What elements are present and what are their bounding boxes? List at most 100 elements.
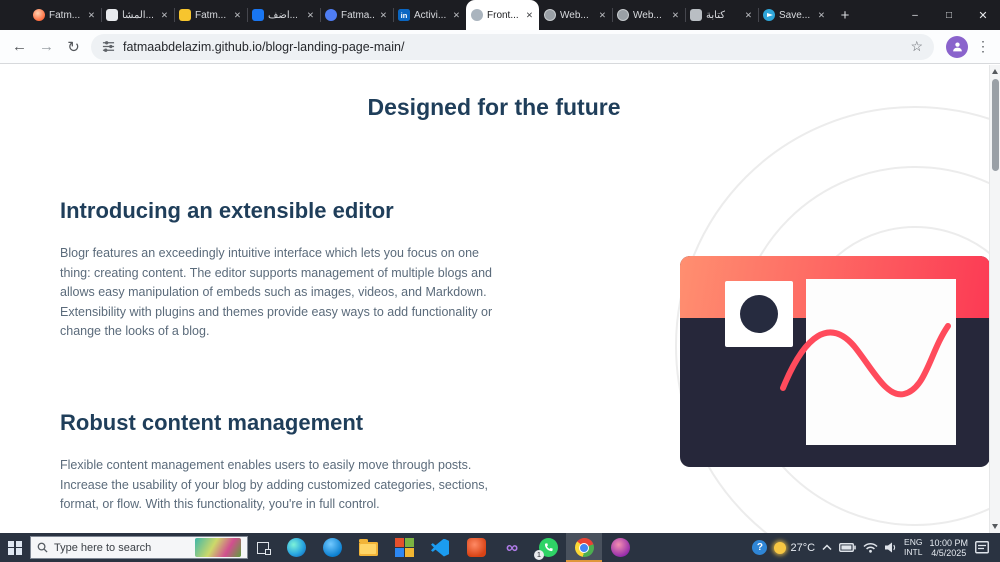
language-secondary: INTL xyxy=(904,546,923,557)
edge-app-button[interactable] xyxy=(278,533,314,562)
volume-icon[interactable] xyxy=(885,542,897,553)
hidden-icons-chevron-icon[interactable] xyxy=(822,544,832,551)
tab-close-icon[interactable]: ✕ xyxy=(379,9,388,22)
search-highlight-image[interactable] xyxy=(195,538,241,557)
tab-label: Web... xyxy=(633,9,662,21)
tab-label: Web... xyxy=(560,9,589,21)
section-body: Blogr features an exceedingly intuitive … xyxy=(60,246,493,338)
taskbar-clock[interactable]: 10:00 PM 4/5/2025 xyxy=(929,538,968,558)
tab-close-icon[interactable]: ✕ xyxy=(598,9,607,22)
tab-close-icon[interactable]: ✕ xyxy=(452,9,461,22)
bookmark-star-icon[interactable]: ☆ xyxy=(910,38,923,55)
clock-time: 10:00 PM xyxy=(929,537,968,548)
browser-tab[interactable]: المشا... ✕ xyxy=(101,0,174,30)
red-app-button[interactable] xyxy=(458,533,494,562)
globe-favicon xyxy=(544,9,556,21)
grid-app-button[interactable] xyxy=(386,533,422,562)
weather-widget[interactable]: 27°C xyxy=(774,541,815,554)
new-tab-button[interactable]: + xyxy=(831,0,859,30)
address-bar[interactable]: fatmaabdelazim.github.io/blogr-landing-p… xyxy=(91,33,934,60)
editor-illustration xyxy=(680,256,990,467)
skype-app-button[interactable] xyxy=(314,533,350,562)
tab-label: Front... xyxy=(487,9,519,21)
url-text[interactable]: fatmaabdelazim.github.io/blogr-landing-p… xyxy=(123,40,902,54)
tab-favicon xyxy=(325,9,337,21)
tab-label: Save... xyxy=(779,9,811,21)
vscode-app-button[interactable] xyxy=(422,533,458,562)
tab-label: Fatma... xyxy=(341,9,375,21)
telegram-favicon xyxy=(763,9,775,21)
tab-label: Fatm... xyxy=(49,9,81,21)
tab-close-icon[interactable]: ✕ xyxy=(744,9,753,22)
browser-tab[interactable]: Save... ✕ xyxy=(758,0,831,30)
battery-icon[interactable] xyxy=(839,543,856,552)
minimize-button[interactable]: – xyxy=(898,0,932,30)
browser-tab[interactable]: كتابة ✕ xyxy=(685,0,758,30)
forward-button[interactable]: → xyxy=(33,38,60,55)
file-explorer-button[interactable] xyxy=(350,533,386,562)
tab-favicon xyxy=(690,9,702,21)
browser-tab[interactable]: in Activi... ✕ xyxy=(393,0,466,30)
scrollbar-thumb[interactable] xyxy=(992,79,999,171)
tab-favicon xyxy=(252,9,264,21)
web-page-content: Designed for the future Introducing an e… xyxy=(0,65,1000,533)
section-body: Flexible content management enables user… xyxy=(60,458,489,511)
maximize-button[interactable]: □ xyxy=(932,0,966,30)
task-view-button[interactable] xyxy=(248,533,278,562)
system-tray: ? 27°C ENG INTL 10:00 PM 4/5/2025 xyxy=(752,533,1000,562)
taskbar-search[interactable]: Type here to search xyxy=(30,536,248,559)
section-heading: Introducing an extensible editor xyxy=(60,198,394,223)
browser-tab-strip: Fatm... ✕ المشا... ✕ Fatm... ✕ أضف... ✕ … xyxy=(0,0,1000,30)
language-indicator[interactable]: ENG INTL xyxy=(904,537,923,557)
reload-button[interactable]: ↻ xyxy=(60,38,87,56)
back-button[interactable]: ← xyxy=(6,38,33,55)
browser-tab[interactable]: Web... ✕ xyxy=(612,0,685,30)
profile-avatar[interactable] xyxy=(946,35,968,58)
tab-close-icon[interactable]: ✕ xyxy=(817,9,826,22)
visual-studio-button[interactable]: ∞ xyxy=(494,533,530,562)
browser-tab[interactable]: Fatma... ✕ xyxy=(320,0,393,30)
visual-studio-icon: ∞ xyxy=(505,538,519,557)
scroll-up-arrow-icon[interactable] xyxy=(992,69,998,74)
tab-close-icon[interactable]: ✕ xyxy=(233,9,242,22)
browser-tab-active[interactable]: Front... ✕ xyxy=(466,0,539,30)
window-controls: – □ ✕ xyxy=(898,0,1000,30)
page-title: Designed for the future xyxy=(367,94,621,120)
tab-list: Fatm... ✕ المشا... ✕ Fatm... ✕ أضف... ✕ … xyxy=(28,0,859,30)
tab-label: Fatm... xyxy=(195,9,227,21)
section-content-management: Robust content management Flexible conte… xyxy=(60,410,498,515)
start-button[interactable] xyxy=(0,533,30,562)
tab-close-icon[interactable]: ✕ xyxy=(525,9,534,22)
taskbar-apps: ∞ 1 xyxy=(278,533,638,562)
tab-label: كتابة xyxy=(706,9,725,21)
section-heading: Robust content management xyxy=(60,410,364,435)
edge-icon xyxy=(286,538,306,557)
browser-tab[interactable]: أضف... ✕ xyxy=(247,0,320,30)
browser-toolbar: ← → ↻ fatmaabdelazim.github.io/blogr-lan… xyxy=(0,30,1000,64)
browser-tab[interactable]: Fatm... ✕ xyxy=(174,0,247,30)
wifi-icon[interactable] xyxy=(863,542,878,553)
section-extensible-editor: Introducing an extensible editor Blogr f… xyxy=(60,198,498,342)
tab-favicon xyxy=(471,9,483,21)
red-app-icon xyxy=(466,538,486,557)
chrome-app-button-active[interactable] xyxy=(566,533,602,562)
action-center-icon[interactable] xyxy=(975,541,989,554)
grid-app-icon xyxy=(394,538,414,557)
page-scrollbar[interactable] xyxy=(989,65,1000,533)
help-icon[interactable]: ? xyxy=(752,540,768,555)
pink-app-button[interactable] xyxy=(602,533,638,562)
search-placeholder: Type here to search xyxy=(54,541,152,554)
browser-tab[interactable]: Web... ✕ xyxy=(539,0,612,30)
tab-close-icon[interactable]: ✕ xyxy=(671,9,680,22)
browser-tab[interactable]: Fatm... ✕ xyxy=(28,0,101,30)
site-info-icon[interactable] xyxy=(102,40,115,53)
tab-close-icon[interactable]: ✕ xyxy=(306,9,315,22)
tab-close-icon[interactable]: ✕ xyxy=(87,9,96,22)
scroll-down-arrow-icon[interactable] xyxy=(992,524,998,529)
window-close-button[interactable]: ✕ xyxy=(966,0,1000,30)
browser-menu-icon[interactable]: ⋮ xyxy=(972,38,994,55)
blue-circle-app-icon xyxy=(322,538,342,557)
clock-date: 4/5/2025 xyxy=(931,547,967,558)
whatsapp-button[interactable]: 1 xyxy=(530,533,566,562)
tab-close-icon[interactable]: ✕ xyxy=(160,9,169,22)
